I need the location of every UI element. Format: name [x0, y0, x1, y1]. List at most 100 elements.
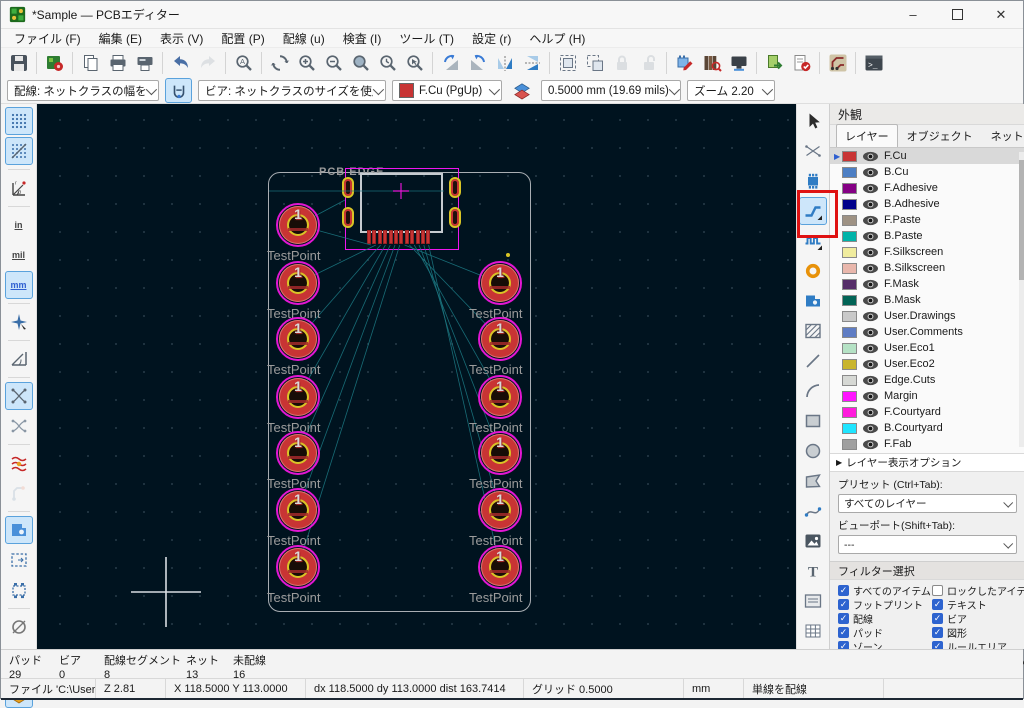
menu-item-7[interactable]: 設定 (r) — [463, 28, 520, 49]
visibility-eye-icon[interactable] — [862, 279, 879, 290]
filter-checkbox-ロックしたアイテム[interactable]: ロックしたアイテム — [932, 584, 1024, 597]
checkbox-icon[interactable]: ✓ — [932, 599, 943, 610]
place-image-button[interactable] — [799, 527, 827, 555]
draw-circle-button[interactable] — [799, 437, 827, 465]
clearance-dropdown[interactable]: 0.5000 mm (19.69 mils) — [541, 80, 681, 101]
testpoint-pad[interactable]: 1 — [276, 488, 320, 532]
print-button[interactable] — [104, 50, 131, 77]
checkbox-icon[interactable]: ✓ — [838, 627, 849, 638]
rule-area-button[interactable] — [799, 317, 827, 345]
local-ratsnest-button[interactable] — [799, 137, 827, 165]
checkbox-icon[interactable]: ✓ — [838, 599, 849, 610]
grid-axes-button[interactable] — [5, 137, 33, 165]
visibility-eye-icon[interactable] — [862, 407, 879, 418]
layer-list-scrollbar[interactable] — [1019, 152, 1024, 447]
connector-pad[interactable] — [367, 230, 371, 244]
visibility-eye-icon[interactable] — [862, 247, 879, 258]
filter-checkbox-ビア[interactable]: ✓ビア — [932, 612, 1024, 625]
visibility-eye-icon[interactable] — [862, 327, 879, 338]
zoom-out-button[interactable] — [320, 50, 347, 77]
redo-button[interactable] — [194, 50, 221, 77]
viewport-dropdown[interactable]: --- — [838, 535, 1017, 554]
layer-color-swatch[interactable] — [842, 279, 857, 290]
testpoint-pad[interactable]: 1 — [478, 488, 522, 532]
layer-color-swatch[interactable] — [842, 167, 857, 178]
place-via-button[interactable] — [799, 257, 827, 285]
menu-item-1[interactable]: 編集 (E) — [90, 28, 151, 49]
update-pcb-from-schematic-button[interactable] — [761, 50, 788, 77]
visibility-eye-icon[interactable] — [862, 199, 879, 210]
visibility-eye-icon[interactable] — [862, 343, 879, 354]
layer-row-Margin[interactable]: Margin — [830, 388, 1024, 404]
auto-track-width-toggle[interactable] — [165, 78, 192, 103]
checkbox-icon[interactable]: ✓ — [838, 585, 849, 596]
select-button[interactable] — [799, 107, 827, 135]
drc-button[interactable] — [788, 50, 815, 77]
draw-bezier-button[interactable] — [799, 497, 827, 525]
draw-arc-button[interactable] — [799, 377, 827, 405]
rotate-cw-button[interactable] — [464, 50, 491, 77]
layer-row-B.Cu[interactable]: B.Cu — [830, 164, 1024, 180]
layer-display-options[interactable]: ▶ レイヤー表示オプション — [830, 454, 1024, 472]
ratsnest-visibility-button[interactable] — [5, 382, 33, 410]
flip-horizontal-button[interactable] — [491, 50, 518, 77]
testpoint-pad[interactable]: 1 — [276, 203, 320, 247]
layer-row-User.Comments[interactable]: User.Comments — [830, 324, 1024, 340]
via-size-dropdown[interactable]: ビア: ネットクラスのサイズを使用 — [198, 80, 386, 101]
visibility-eye-icon[interactable] — [862, 439, 879, 450]
layer-row-F.Paste[interactable]: F.Paste — [830, 212, 1024, 228]
draw-rectangle-button[interactable] — [799, 407, 827, 435]
find-button[interactable]: A — [230, 50, 257, 77]
layer-row-User.Eco2[interactable]: User.Eco2 — [830, 356, 1024, 372]
connector-mount-pad[interactable] — [342, 177, 354, 198]
draw-polygon-button[interactable] — [799, 467, 827, 495]
visibility-eye-icon[interactable] — [862, 311, 879, 322]
visibility-eye-icon[interactable] — [862, 215, 879, 226]
layer-color-swatch[interactable] — [842, 183, 857, 194]
layer-row-F.Mask[interactable]: F.Mask — [830, 276, 1024, 292]
layer-row-F.Fab[interactable]: F.Fab — [830, 436, 1024, 452]
units-mil-button[interactable]: mil — [5, 241, 33, 269]
layer-row-F.Silkscreen[interactable]: F.Silkscreen — [830, 244, 1024, 260]
layer-color-swatch[interactable] — [842, 199, 857, 210]
highlight-pale-button[interactable] — [5, 479, 33, 507]
layer-row-B.Paste[interactable]: B.Paste — [830, 228, 1024, 244]
layer-color-swatch[interactable] — [842, 391, 857, 402]
layer-color-swatch[interactable] — [842, 151, 857, 162]
tab-レイヤー[interactable]: レイヤー — [836, 124, 898, 147]
connector-pad[interactable] — [405, 230, 409, 244]
connector-pad[interactable] — [426, 230, 430, 244]
visibility-eye-icon[interactable] — [862, 391, 879, 402]
testpoint-pad[interactable]: 1 — [276, 431, 320, 475]
testpoint-pad[interactable]: 1 — [276, 317, 320, 361]
polar-coords-button[interactable]: rθ — [5, 174, 33, 202]
route-tracks-button[interactable] — [799, 197, 827, 225]
zoom-in-button[interactable] — [293, 50, 320, 77]
zone-fracture-button[interactable] — [5, 576, 33, 604]
ungroup-button[interactable] — [581, 50, 608, 77]
connector-pad[interactable] — [399, 230, 403, 244]
lock-button[interactable] — [608, 50, 635, 77]
layer-color-swatch[interactable] — [842, 247, 857, 258]
rotate-ccw-button[interactable] — [437, 50, 464, 77]
layer-color-swatch[interactable] — [842, 359, 857, 370]
active-layer-dropdown[interactable]: F.Cu (PgUp) — [392, 80, 502, 101]
checkbox-icon[interactable] — [932, 585, 943, 596]
testpoint-pad[interactable]: 1 — [276, 545, 320, 589]
units-inch-button[interactable]: in — [5, 211, 33, 239]
layer-row-F.Adhesive[interactable]: F.Adhesive — [830, 180, 1024, 196]
layer-row-Edge.Cuts[interactable]: Edge.Cuts — [830, 372, 1024, 388]
checkbox-icon[interactable]: ✓ — [838, 613, 849, 624]
menu-item-8[interactable]: ヘルプ (H) — [520, 28, 594, 49]
3d-viewer-button[interactable] — [725, 50, 752, 77]
grid-dots-button[interactable] — [5, 107, 33, 135]
place-table-button[interactable] — [799, 617, 827, 645]
layer-row-F.Courtyard[interactable]: F.Courtyard — [830, 404, 1024, 420]
testpoint-pad[interactable]: 1 — [478, 545, 522, 589]
interactive-router-settings-button[interactable] — [824, 50, 851, 77]
connector-mount-pad[interactable] — [342, 207, 354, 228]
save-button[interactable] — [5, 50, 32, 77]
minimize-button[interactable]: – — [891, 1, 935, 28]
testpoint-pad[interactable]: 1 — [276, 261, 320, 305]
menu-item-0[interactable]: ファイル (F) — [5, 28, 90, 49]
